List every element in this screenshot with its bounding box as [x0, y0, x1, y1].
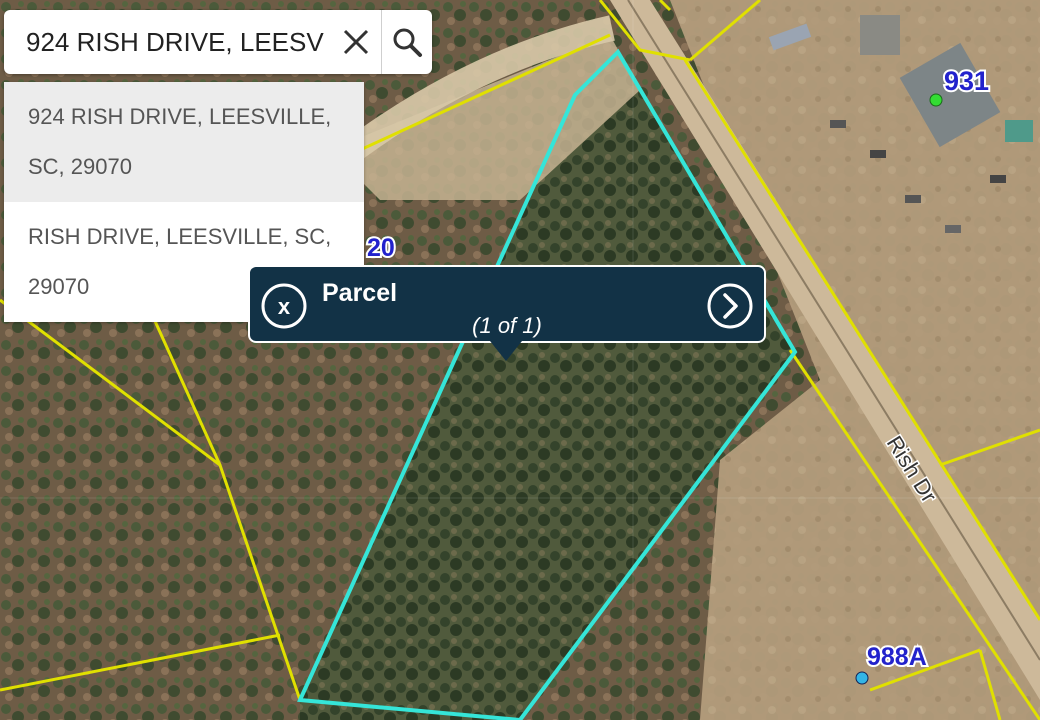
parcel-label-20: 20	[367, 234, 395, 262]
popup-count: (1 of 1)	[472, 313, 542, 338]
parcel-popup: x Parcel (1 of 1)	[248, 265, 766, 343]
popup-next-button[interactable]	[706, 282, 754, 330]
search-icon	[393, 28, 422, 57]
popup-title: Parcel	[322, 279, 398, 307]
suggestion-line: 924 RISH DRIVE, LEESVILLE,	[28, 104, 332, 129]
suggestion-line: RISH DRIVE, LEESVILLE, SC,	[28, 224, 332, 249]
parcel-point-988a[interactable]	[855, 671, 869, 685]
clear-search-button[interactable]	[332, 10, 381, 74]
suggestion-item[interactable]: 924 RISH DRIVE, LEESVILLE, SC, 29070	[4, 82, 364, 202]
suggestion-line: SC, 29070	[28, 154, 132, 179]
parcel-label-931: 931	[944, 66, 989, 96]
search-input[interactable]	[4, 12, 332, 72]
parcel-point-931[interactable]	[929, 93, 943, 107]
chevron-right-circle-icon	[707, 283, 753, 329]
search-button[interactable]	[380, 10, 432, 74]
parcel-label-988a: 988A	[867, 643, 927, 671]
popup-pointer	[490, 341, 522, 361]
search-box	[4, 10, 432, 74]
close-icon	[344, 29, 369, 55]
